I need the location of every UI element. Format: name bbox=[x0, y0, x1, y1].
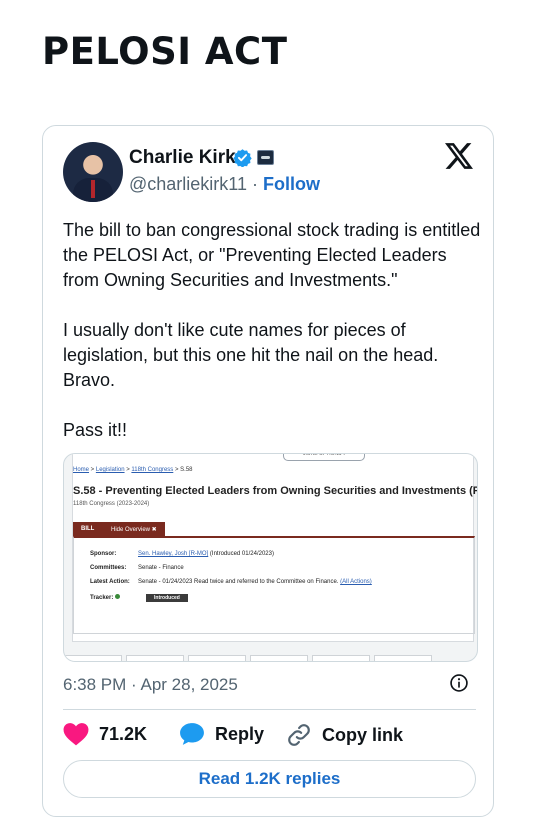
verified-icon bbox=[233, 149, 252, 167]
handle-separator: · bbox=[246, 174, 263, 194]
reply-button[interactable]: Reply bbox=[179, 722, 264, 746]
follow-button[interactable]: Follow bbox=[263, 174, 320, 194]
latest-action-row: Latest Action: Senate - 01/24/2023 Read t… bbox=[90, 579, 372, 585]
author-handle[interactable]: @charliekirk11 bbox=[129, 174, 247, 194]
avatar-tie bbox=[91, 180, 95, 198]
copy-link-label: Copy link bbox=[322, 724, 404, 745]
breadcrumb-congress: 118th Congress bbox=[131, 467, 174, 473]
org-badge-icon[interactable] bbox=[257, 150, 274, 165]
link-icon bbox=[288, 724, 310, 746]
page-title: PELOSI ACT bbox=[42, 30, 288, 73]
copy-link-button[interactable]: Copy link bbox=[286, 722, 403, 748]
read-replies-button[interactable]: Read 1.2K replies bbox=[63, 760, 476, 798]
tracker-row: Tracker: Introduced bbox=[90, 594, 188, 602]
tweet-card: Charlie Kirk @charliekirk11 · Follow The… bbox=[42, 125, 494, 817]
bill-tab-label: BILL bbox=[81, 526, 95, 532]
tweet-text: The bill to ban congressional stock trad… bbox=[63, 218, 483, 468]
x-logo-icon[interactable] bbox=[445, 143, 473, 169]
like-count: 71.2K bbox=[99, 723, 148, 744]
breadcrumb-home: Home bbox=[73, 467, 90, 473]
more-options-tab: MORE OPTIONS ▾ bbox=[283, 454, 365, 461]
tweet-timestamp[interactable]: 6:38 PM · Apr 28, 2025 bbox=[63, 675, 238, 695]
congress-gov-screenshot: MORE OPTIONS ▾ Home > Legislation > 118t… bbox=[72, 454, 477, 642]
sponsor-row: Sponsor: Sen. Hawley, Josh [R-MO] (Introd… bbox=[90, 551, 274, 557]
author-name[interactable]: Charlie Kirk bbox=[129, 147, 236, 169]
tweet-paragraph: Pass it!! bbox=[63, 420, 128, 440]
page-tabs-strip bbox=[64, 650, 477, 661]
bill-congress: 118th Congress (2023-2024) bbox=[73, 501, 150, 507]
breadcrumb: Home > Legislation > 118th Congress > S.… bbox=[73, 467, 193, 473]
bill-title: S.58 - Preventing Elected Leaders from O… bbox=[73, 485, 478, 497]
tracker-status-badge: Introduced bbox=[146, 594, 188, 602]
handle-line: @charliekirk11 · Follow bbox=[129, 174, 320, 195]
tweet-paragraph: The bill to ban congressional stock trad… bbox=[63, 220, 481, 290]
tracker-dot-icon bbox=[115, 594, 121, 599]
info-icon[interactable] bbox=[449, 673, 469, 693]
hide-overview-label: Hide Overview ✖ bbox=[111, 527, 157, 533]
avatar[interactable] bbox=[63, 142, 123, 202]
heart-icon bbox=[63, 723, 89, 746]
action-bar: 71.2K Reply Copy link bbox=[63, 722, 476, 748]
tweet-paragraph: I usually don't like cute names for piec… bbox=[63, 320, 439, 390]
breadcrumb-legislation: Legislation bbox=[95, 467, 125, 473]
like-button[interactable]: 71.2K bbox=[63, 722, 147, 746]
breadcrumb-bill: S.58 bbox=[180, 467, 193, 473]
divider bbox=[63, 709, 476, 710]
bill-tab: BILL Hide Overview ✖ bbox=[73, 522, 165, 536]
reply-bubble-icon bbox=[180, 723, 204, 745]
bill-overview-panel: Sponsor: Sen. Hawley, Josh [R-MO] (Introd… bbox=[73, 536, 475, 634]
committees-row: Committees: Senate - Finance bbox=[90, 565, 184, 571]
reply-label: Reply bbox=[215, 723, 265, 744]
embedded-image[interactable]: MORE OPTIONS ▾ Home > Legislation > 118t… bbox=[63, 453, 478, 662]
